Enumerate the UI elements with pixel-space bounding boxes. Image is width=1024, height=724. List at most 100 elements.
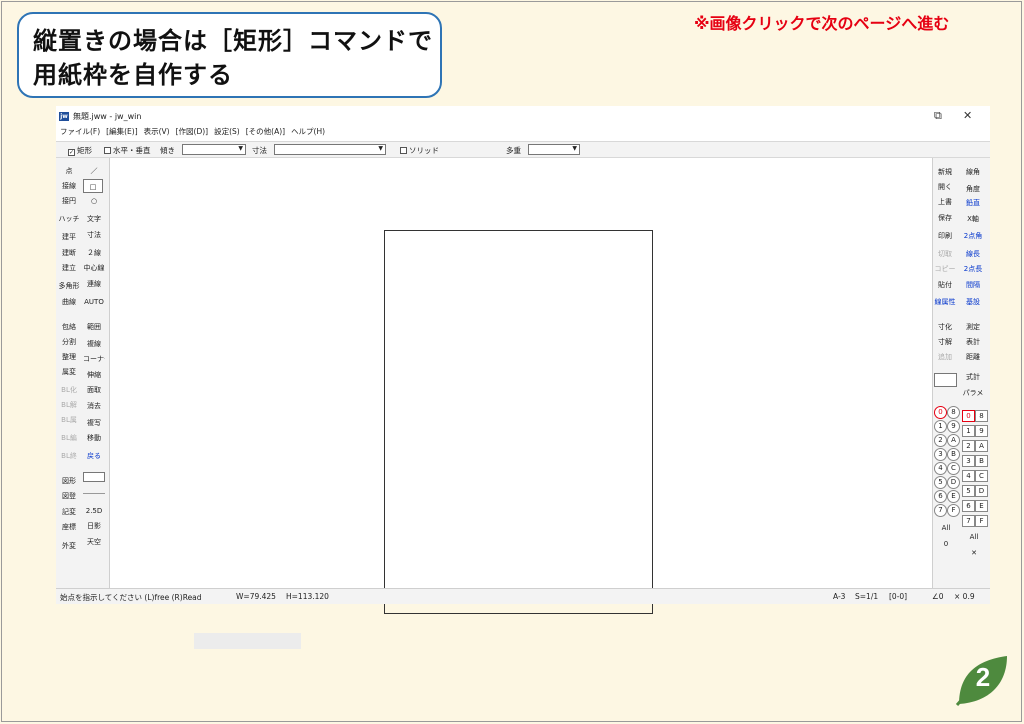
layer-button-f[interactable]: F <box>947 504 960 517</box>
group-x-button[interactable]: ✕ <box>962 546 986 560</box>
tool-chamfer[interactable]: 面取 <box>83 383 105 397</box>
layer-button-3[interactable]: 3 <box>934 448 947 461</box>
tool-base-set[interactable]: 基設 <box>962 295 984 309</box>
tool-copy[interactable]: 複写 <box>83 416 105 430</box>
menu-settings[interactable]: 設定(S) <box>214 126 240 138</box>
tool-organize[interactable]: 整理 <box>58 350 80 364</box>
group-button-0[interactable]: 0 <box>962 410 975 422</box>
layer-button-8[interactable]: 8 <box>947 406 960 419</box>
tool-offset[interactable]: 複線 <box>83 337 105 351</box>
tool-tangent-circle[interactable]: 接円 <box>58 194 80 208</box>
group-button-7[interactable]: 7 <box>962 515 975 527</box>
tool-param[interactable]: パラメ <box>962 386 984 400</box>
layer-button-c[interactable]: C <box>947 462 960 475</box>
tool-section[interactable]: 建断 <box>58 246 80 260</box>
layer-button-2[interactable]: 2 <box>934 434 947 447</box>
tool-line[interactable]: ／ <box>83 164 105 178</box>
tool-erase[interactable]: 消去 <box>83 399 105 413</box>
tool-line-type[interactable] <box>83 472 105 482</box>
next-page-notice[interactable]: ※画像クリックで次のページへ進む <box>694 10 949 34</box>
tool-angle[interactable]: 角度 <box>962 182 984 196</box>
tool-measure[interactable]: 測定 <box>962 320 984 334</box>
menu-file[interactable]: ファイル(F) <box>60 126 100 138</box>
layer-button-6[interactable]: 6 <box>934 490 947 503</box>
tool-sky[interactable]: 天空 <box>83 535 105 549</box>
group-button-2[interactable]: 2 <box>962 440 975 452</box>
tool-2pt-length[interactable]: 2点長 <box>962 262 984 276</box>
tool-corner[interactable]: コーナー <box>83 352 105 366</box>
tool-figure[interactable]: 図形 <box>58 474 80 488</box>
scale-readout[interactable]: S=1/1 <box>855 592 878 601</box>
tool-elevation[interactable]: 建立 <box>58 261 80 275</box>
group-button-6[interactable]: 6 <box>962 500 975 512</box>
tool-coordinate[interactable]: 座標 <box>58 520 80 534</box>
layer-button-9[interactable]: 9 <box>947 420 960 433</box>
tool-save[interactable]: 保存 <box>934 211 956 225</box>
group-button-3[interactable]: 3 <box>962 455 975 467</box>
layer-readout[interactable]: [0-0] <box>889 592 907 601</box>
tool-open[interactable]: 開く <box>934 180 956 194</box>
tool-shadow[interactable]: 日影 <box>83 519 105 533</box>
tool-paste[interactable]: 貼付 <box>934 278 956 292</box>
group-button-8[interactable]: 8 <box>975 410 988 422</box>
layer-button-4[interactable]: 4 <box>934 462 947 475</box>
tool-point[interactable]: 点 <box>58 164 80 178</box>
layer-button-5[interactable]: 5 <box>934 476 947 489</box>
tool-dim[interactable]: 寸法 <box>83 228 105 242</box>
tool-table-calc[interactable]: 表計 <box>962 335 984 349</box>
menu-other[interactable]: [その他(A)] <box>246 126 285 138</box>
tool-polygon[interactable]: 多角形 <box>58 279 80 293</box>
tool-plan[interactable]: 建平 <box>58 230 80 244</box>
menu-edit[interactable]: [編集(E)] <box>106 126 137 138</box>
tool-distance[interactable]: 距離 <box>962 350 984 364</box>
tool-line-angle[interactable]: 線角 <box>962 165 984 179</box>
group-button-b[interactable]: B <box>975 455 988 467</box>
group-button-d[interactable]: D <box>975 485 988 497</box>
tool-figure-register[interactable]: 図登 <box>58 489 80 503</box>
tool-divide[interactable]: 分割 <box>58 335 80 349</box>
angle-readout[interactable]: ∠0 <box>932 592 944 601</box>
layer-button-1[interactable]: 1 <box>934 420 947 433</box>
tool-range[interactable]: 範囲 <box>83 320 105 334</box>
tool-block-end[interactable]: BL終 <box>58 449 80 463</box>
rect-option[interactable]: ✓ 矩形 <box>68 145 92 156</box>
tool-line-attr[interactable]: 線属性 <box>934 295 956 309</box>
layer-button-a[interactable]: A <box>947 434 960 447</box>
tool-external-change[interactable]: 外変 <box>58 539 80 553</box>
tool-formula[interactable]: 式計 <box>962 370 984 384</box>
group-button-e[interactable]: E <box>975 500 988 512</box>
hv-checkbox[interactable] <box>104 147 111 154</box>
restore-button[interactable]: ⧉ <box>934 109 942 123</box>
menu-draw[interactable]: [作図(D)] <box>176 126 208 138</box>
tool-double-line[interactable]: ２線 <box>83 246 105 260</box>
group-button-1[interactable]: 1 <box>962 425 975 437</box>
tool-block[interactable]: BL化 <box>58 383 80 397</box>
tool-hatch[interactable]: ハッチ <box>58 212 80 226</box>
group-button-4[interactable]: 4 <box>962 470 975 482</box>
layer-zero-button[interactable]: 0 <box>934 537 958 551</box>
tool-2-5d[interactable]: 2.5D <box>83 504 105 518</box>
tool-line-length[interactable]: 線長 <box>962 247 984 261</box>
dim-combo[interactable]: ▼ <box>274 144 386 155</box>
solid-checkbox[interactable] <box>400 147 407 154</box>
tool-interval[interactable]: 間隔 <box>962 278 984 292</box>
tool-symbol-change[interactable]: 記変 <box>58 505 80 519</box>
tool-circle[interactable]: ○ <box>83 194 105 208</box>
tool-center-line[interactable]: 中心線 <box>83 261 105 275</box>
tool-new[interactable]: 新規 <box>934 165 956 179</box>
tool-move[interactable]: 移動 <box>83 431 105 445</box>
tool-dim-release[interactable]: 寸解 <box>934 335 956 349</box>
paper-size[interactable]: A-3 <box>833 592 845 601</box>
tool-x-axis[interactable]: X軸 <box>962 212 984 226</box>
menu-help[interactable]: ヘルプ(H) <box>291 126 325 138</box>
group-button-f[interactable]: F <box>975 515 988 527</box>
layer-button-d[interactable]: D <box>947 476 960 489</box>
tool-tangent[interactable]: 接線 <box>58 179 80 193</box>
tool-dim-convert[interactable]: 寸化 <box>934 320 956 334</box>
layer-button-0[interactable]: 0 <box>934 406 947 419</box>
group-button-c[interactable]: C <box>975 470 988 482</box>
rect-checkbox[interactable]: ✓ <box>68 149 75 156</box>
tool-overwrite[interactable]: 上書 <box>934 195 956 209</box>
tool-block-release[interactable]: BL解 <box>58 398 80 412</box>
angle-combo[interactable]: ▼ <box>182 144 246 155</box>
